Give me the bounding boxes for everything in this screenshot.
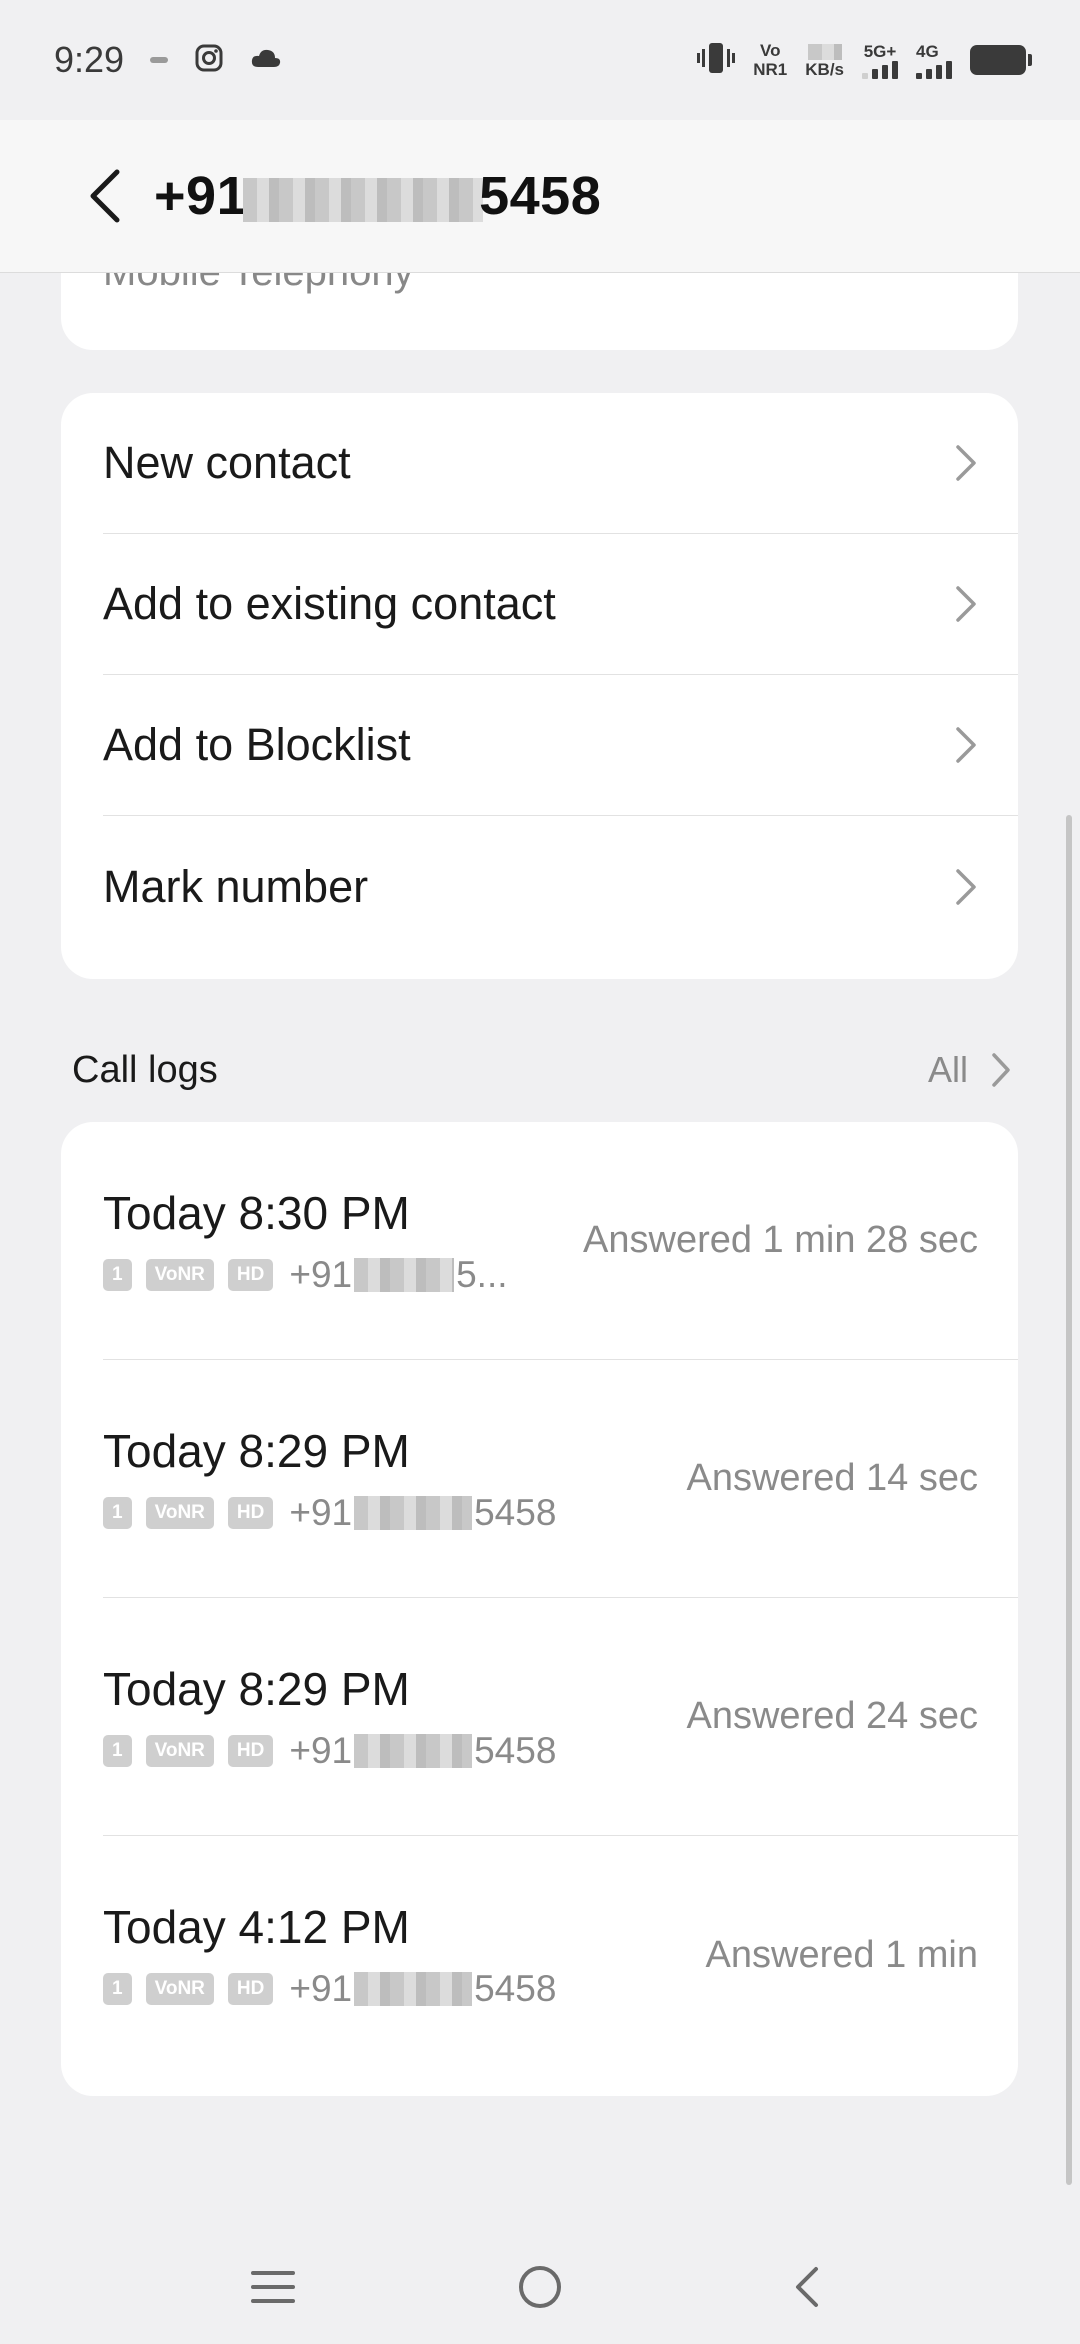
all-label: All [927,1049,968,1090]
vonr-indicator: Vo NR1 [753,41,787,79]
call-logs-card: Today 8:30 PM 1 VoNR HD +91 5... Answered… [61,1122,1018,2096]
system-nav-bar [0,2230,1080,2344]
hd-badge: HD [227,1973,274,2005]
sim-badge: 1 [103,1258,132,1291]
all-call-logs-link[interactable]: All [928,1049,1012,1091]
sim-badge: 1 [103,1734,132,1767]
action-label: Mark number [103,860,369,912]
number-suffix: 5458 [474,1729,557,1771]
mark-number-row[interactable]: Mark number [103,816,1018,957]
hd-badge: HD [227,1496,274,1529]
call-log-entry[interactable]: Today 8:29 PM 1 VoNR HD +91 5458 Answered… [103,1360,1018,1598]
signal-bars-icon [862,60,898,79]
action-label: New contact [103,437,351,488]
call-log-entry[interactable]: Today 4:12 PM 1 VoNR HD +91 5458 Answered… [103,1836,1018,2074]
redacted-number [354,1972,473,2006]
number-suffix: 5458 [474,1968,557,2009]
call-status: Answered 1 min [705,1933,978,1976]
add-to-existing-contact-row[interactable]: Add to existing contact [103,534,1018,675]
chevron-right-icon [956,868,976,905]
scrollbar[interactable] [1066,815,1072,2185]
number-prefix: +91 [289,1968,353,2009]
signal-4g: 4G [916,42,952,79]
call-number: +91 5458 [289,1730,556,1772]
action-label: Add to Blocklist [103,719,411,770]
home-icon [518,2266,561,2308]
call-time: Today 8:29 PM [103,1424,410,1477]
back-arrow-icon [90,169,120,223]
call-log-entry[interactable]: Today 8:30 PM 1 VoNR HD +91 5... Answered… [103,1122,1018,1360]
call-status: Answered 14 sec [686,1457,979,1499]
chevron-right-icon [992,1053,1010,1087]
speed-value-redacted [807,43,842,60]
status-time: 9:29 [54,39,125,80]
redacted-number [354,1257,455,1292]
vonr-badge: VoNR [145,1734,214,1767]
cloud-icon [250,47,282,74]
call-log-entry[interactable]: Today 8:29 PM 1 VoNR HD +91 5458 Answered… [103,1598,1018,1836]
call-number: +91 5458 [289,1492,556,1534]
actions-card: New contact Add to existing contact Add … [61,393,1018,979]
chevron-right-icon [956,727,976,763]
page-title: +91 5458 [154,165,601,227]
call-time: Today 4:12 PM [103,1901,410,1953]
title-number-prefix: +91 [154,166,248,226]
speed-unit: KB/s [805,60,844,79]
action-label: Add to existing contact [103,578,556,629]
add-to-blocklist-row[interactable]: Add to Blocklist [103,675,1018,816]
battery-icon [970,45,1032,75]
vonr-badge: VoNR [145,1496,214,1529]
status-bar: 9:29 Vo NR1 KB/s 5G+ 4G [0,0,1080,120]
instagram-icon [194,43,224,78]
call-time: Today 8:30 PM [103,1186,410,1239]
menu-button[interactable] [233,2247,313,2327]
vibrate-icon [697,40,736,81]
call-status: Answered 24 sec [686,1695,979,1737]
call-logs-header: Call logs All [72,1040,1012,1100]
vonr-badge: VoNR [145,1973,214,2005]
menu-icon [251,2271,296,2303]
call-number: +91 5458 [289,1968,556,2010]
home-button[interactable] [500,2247,580,2327]
nr-label: NR1 [753,60,788,79]
call-number: +91 5... [289,1254,507,1296]
number-prefix: +91 [289,1253,353,1295]
redacted-number [354,1733,473,1768]
back-button[interactable] [70,161,140,231]
hd-badge: HD [227,1258,274,1291]
nav-back-button[interactable] [767,2247,847,2327]
volte-label: Vo [760,41,781,60]
new-contact-row[interactable]: New contact [103,393,1018,534]
vonr-badge: VoNR [145,1258,214,1291]
signal-5g: 5G+ [862,42,898,79]
sim-badge: 1 [103,1496,132,1529]
redacted-number [354,1495,473,1530]
net2-label: 4G [916,41,939,61]
network-speed: KB/s [805,41,844,79]
back-icon [795,2267,818,2307]
call-logs-title: Call logs [72,1048,218,1091]
number-suffix: 5... [456,1253,508,1295]
number-prefix: +91 [289,1729,353,1771]
net1-label: 5G+ [863,41,897,61]
number-suffix: 5458 [474,1491,557,1533]
chevron-right-icon [956,445,976,481]
sim-badge: 1 [103,1973,132,2005]
notification-dot-icon [150,57,169,63]
hd-badge: HD [227,1734,274,1767]
title-number-suffix: 5458 [479,166,602,226]
chevron-right-icon [956,586,976,622]
call-status: Answered 1 min 28 sec [583,1219,978,1261]
signal-bars-icon [916,60,952,79]
redacted-number [243,177,484,222]
number-prefix: +91 [289,1491,353,1533]
app-bar: +91 5458 [0,120,1080,273]
call-time: Today 8:29 PM [103,1662,410,1715]
